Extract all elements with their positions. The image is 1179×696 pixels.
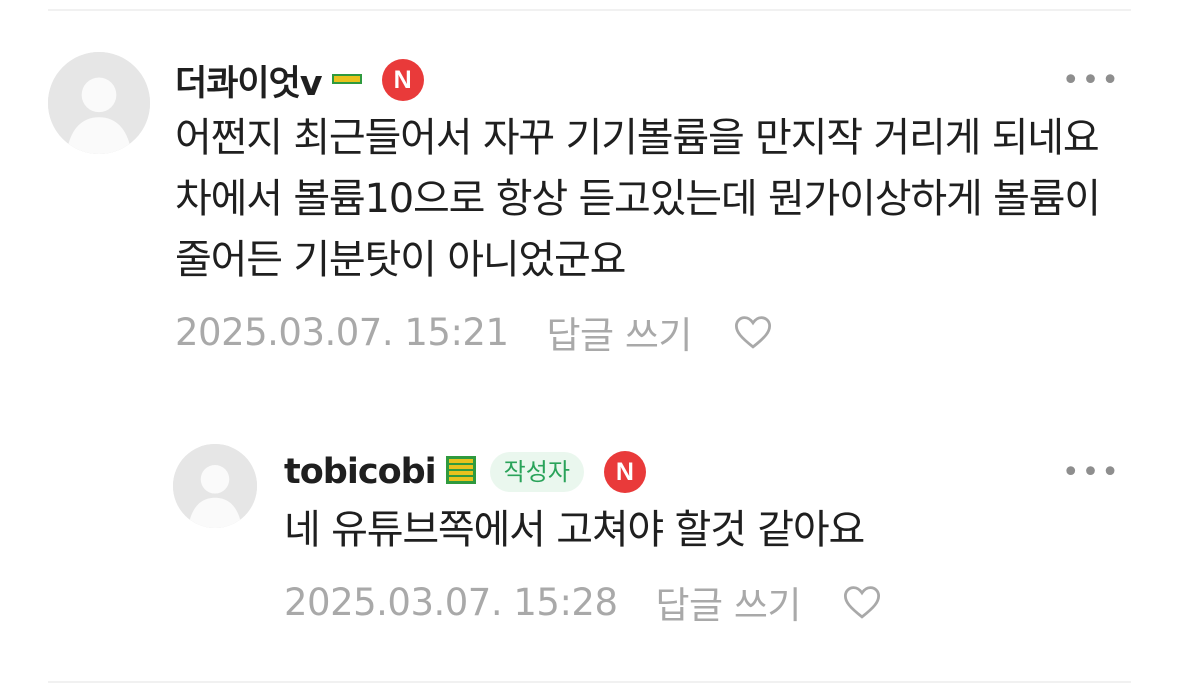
reply-button[interactable]: 답글 쓰기: [656, 575, 802, 629]
nickname[interactable]: 더콰이엇v: [175, 55, 323, 106]
n-badge-icon: N: [381, 59, 424, 101]
avatar[interactable]: [173, 444, 257, 528]
default-avatar-icon: [48, 52, 150, 154]
top-divider: [48, 9, 1131, 11]
comment-body: 더콰이엇v N ••• 어쩐지 최근들어서 자꾸 기기볼륨을 만지작 거리게 되…: [175, 52, 1131, 359]
timestamp: 2025.03.07. 15:21: [175, 310, 509, 354]
level-stack-icon: [445, 456, 476, 488]
comment-meta: 2025.03.07. 15:28 답글 쓰기: [284, 575, 1131, 629]
more-options-icon[interactable]: •••: [1062, 458, 1121, 488]
default-avatar-icon: [173, 444, 257, 528]
avatar[interactable]: [48, 52, 150, 154]
comment-body: tobicobi 작성자 N ••• 네 유튜브쪽에서 고쳐야 할것 같아요 2…: [284, 444, 1131, 629]
comment-text: 어쩐지 최근들어서 자꾸 기기볼륨을 만지작 거리게 되네요 차에서 볼륨10으…: [175, 115, 1101, 283]
comment-meta: 2025.03.07. 15:21 답글 쓰기: [175, 305, 1131, 359]
author-badge: 작성자: [489, 452, 584, 492]
reply-button[interactable]: 답글 쓰기: [547, 305, 693, 359]
nickname[interactable]: tobicobi: [284, 452, 437, 492]
heart-icon[interactable]: [732, 311, 774, 353]
comment-header: tobicobi 작성자 N: [284, 444, 1131, 500]
more-options-icon[interactable]: •••: [1062, 66, 1121, 96]
level-bar-icon: [331, 71, 362, 90]
heart-icon[interactable]: [841, 581, 883, 623]
timestamp: 2025.03.07. 15:28: [284, 580, 618, 624]
bottom-divider: [48, 681, 1131, 683]
comment-header: 더콰이엇v N: [175, 52, 1131, 108]
comment-text: 네 유튜브쪽에서 고쳐야 할것 같아요: [284, 507, 865, 553]
n-badge-icon: N: [603, 451, 646, 493]
